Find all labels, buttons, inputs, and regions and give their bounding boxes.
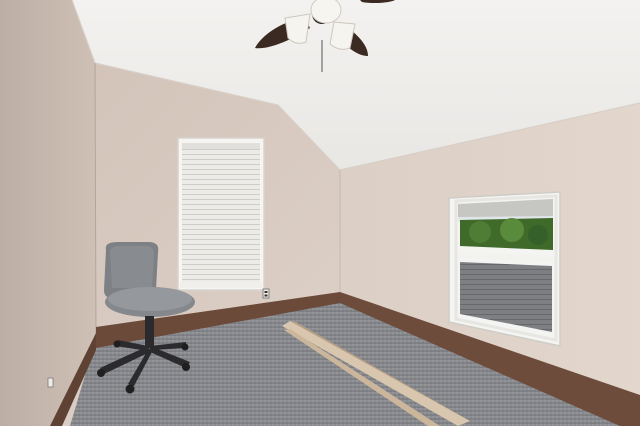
window-with-blinds [177,137,265,291]
room-illustration [0,0,640,426]
window-with-view [448,191,561,347]
wall-outlet-left [47,377,54,388]
room-photo [0,0,640,426]
left-wall [0,0,96,426]
wall-outlet [262,288,270,299]
